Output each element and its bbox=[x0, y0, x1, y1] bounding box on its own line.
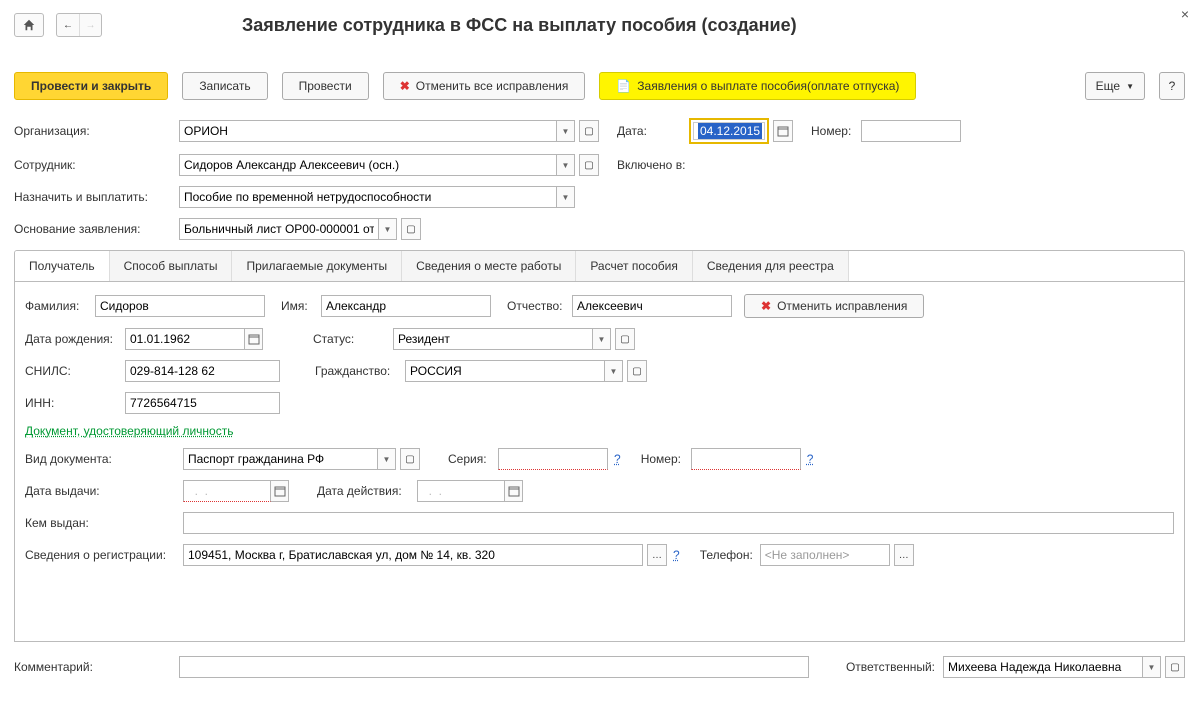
related-statements-button[interactable]: 📄 Заявления о выплате пособия(оплате отп… bbox=[599, 72, 916, 100]
citizen-dropdown[interactable]: ▼ bbox=[605, 360, 623, 382]
emp-input[interactable] bbox=[179, 154, 557, 176]
tab-attached-docs[interactable]: Прилагаемые документы bbox=[232, 251, 402, 281]
status-input[interactable] bbox=[393, 328, 593, 350]
tab-payment-method[interactable]: Способ выплаты bbox=[110, 251, 233, 281]
reginfo-input[interactable] bbox=[183, 544, 643, 566]
tab-recipient[interactable]: Получатель bbox=[15, 251, 110, 281]
comment-label: Комментарий: bbox=[14, 660, 114, 674]
back-button[interactable]: ← bbox=[57, 14, 79, 36]
validdate-input[interactable] bbox=[417, 480, 505, 502]
citizen-label: Гражданство: bbox=[315, 364, 405, 378]
issuedby-input[interactable] bbox=[183, 512, 1174, 534]
emp-dropdown[interactable]: ▼ bbox=[557, 154, 575, 176]
doctype-input[interactable] bbox=[183, 448, 378, 470]
more-button[interactable]: Еще ▼ bbox=[1085, 72, 1145, 100]
surname-label: Фамилия: bbox=[25, 299, 95, 313]
close-icon[interactable]: × bbox=[1181, 6, 1189, 22]
emp-open[interactable]: ▢ bbox=[579, 154, 599, 176]
document-icon: 📄 bbox=[616, 79, 631, 93]
citizen-open[interactable]: ▢ bbox=[627, 360, 647, 382]
page-title: Заявление сотрудника в ФСС на выплату по… bbox=[242, 15, 797, 36]
docnum-input[interactable] bbox=[691, 448, 801, 470]
org-label: Организация: bbox=[14, 124, 179, 138]
phone-open[interactable]: … bbox=[894, 544, 914, 566]
save-button[interactable]: Записать bbox=[182, 72, 267, 100]
assignpay-label: Назначить и выплатить: bbox=[14, 190, 179, 204]
status-open[interactable]: ▢ bbox=[615, 328, 635, 350]
phone-label: Телефон: bbox=[700, 548, 760, 562]
birth-calendar[interactable] bbox=[245, 328, 263, 350]
series-hint[interactable]: ? bbox=[614, 452, 621, 466]
issuedate-label: Дата выдачи: bbox=[25, 484, 183, 498]
status-dropdown[interactable]: ▼ bbox=[593, 328, 611, 350]
date-calendar[interactable] bbox=[773, 120, 793, 142]
basis-input[interactable] bbox=[179, 218, 379, 240]
snils-input[interactable] bbox=[125, 360, 280, 382]
assignpay-dropdown[interactable]: ▼ bbox=[557, 186, 575, 208]
post-and-close-button[interactable]: Провести и закрыть bbox=[14, 72, 168, 100]
tab-registry-info[interactable]: Сведения для реестра bbox=[693, 251, 849, 281]
cancel-all-button[interactable]: ✖ Отменить все исправления bbox=[383, 72, 586, 100]
surname-input[interactable] bbox=[95, 295, 265, 317]
assignpay-input[interactable] bbox=[179, 186, 557, 208]
inn-input[interactable] bbox=[125, 392, 280, 414]
basis-dropdown[interactable]: ▼ bbox=[379, 218, 397, 240]
responsible-open[interactable]: ▢ bbox=[1165, 656, 1185, 678]
emp-label: Сотрудник: bbox=[14, 158, 179, 172]
snils-label: СНИЛС: bbox=[25, 364, 125, 378]
responsible-input[interactable] bbox=[943, 656, 1143, 678]
issuedate-cal[interactable] bbox=[271, 480, 289, 502]
cancel-icon: ✖ bbox=[400, 79, 410, 93]
reginfo-hint[interactable]: ? bbox=[673, 548, 680, 562]
inn-label: ИНН: bbox=[25, 396, 125, 410]
birth-label: Дата рождения: bbox=[25, 332, 125, 346]
basis-open[interactable]: ▢ bbox=[401, 218, 421, 240]
validdate-cal[interactable] bbox=[505, 480, 523, 502]
cancel-icon: ✖ bbox=[761, 299, 771, 313]
docnum-hint[interactable]: ? bbox=[807, 452, 814, 466]
post-button[interactable]: Провести bbox=[282, 72, 369, 100]
patronym-label: Отчество: bbox=[507, 299, 572, 313]
phone-input[interactable] bbox=[760, 544, 890, 566]
org-input[interactable] bbox=[179, 120, 557, 142]
series-label: Серия: bbox=[448, 452, 498, 466]
issuedate-input[interactable] bbox=[183, 480, 271, 502]
home-button[interactable] bbox=[14, 13, 44, 37]
doctype-label: Вид документа: bbox=[25, 452, 183, 466]
nav-back-forward[interactable]: ← → bbox=[56, 13, 102, 37]
basis-label: Основание заявления: bbox=[14, 222, 179, 236]
name-input[interactable] bbox=[321, 295, 491, 317]
docnum-label: Номер: bbox=[641, 452, 691, 466]
identity-doc-section[interactable]: Документ, удостоверяющий личность bbox=[25, 424, 233, 438]
doctype-dropdown[interactable]: ▼ bbox=[378, 448, 396, 470]
forward-button[interactable]: → bbox=[79, 14, 101, 36]
validdate-label: Дата действия: bbox=[317, 484, 417, 498]
reginfo-label: Сведения о регистрации: bbox=[25, 548, 183, 562]
number-input[interactable] bbox=[861, 120, 961, 142]
tab-workplace-info[interactable]: Сведения о месте работы bbox=[402, 251, 576, 281]
patronym-input[interactable] bbox=[572, 295, 732, 317]
included-label: Включено в: bbox=[617, 158, 685, 172]
doctype-open[interactable]: ▢ bbox=[400, 448, 420, 470]
name-label: Имя: bbox=[281, 299, 321, 313]
org-dropdown[interactable]: ▼ bbox=[557, 120, 575, 142]
birth-input[interactable] bbox=[125, 328, 245, 350]
number-label: Номер: bbox=[811, 124, 861, 138]
tabs: Получатель Способ выплаты Прилагаемые до… bbox=[14, 250, 1185, 282]
series-input[interactable] bbox=[498, 448, 608, 470]
responsible-dropdown[interactable]: ▼ bbox=[1143, 656, 1161, 678]
reginfo-open[interactable]: … bbox=[647, 544, 667, 566]
date-label: Дата: bbox=[617, 124, 667, 138]
status-label: Статус: bbox=[313, 332, 393, 346]
org-open[interactable]: ▢ bbox=[579, 120, 599, 142]
citizen-input[interactable] bbox=[405, 360, 605, 382]
responsible-label: Ответственный: bbox=[846, 660, 935, 674]
help-button[interactable]: ? bbox=[1159, 72, 1185, 100]
date-input[interactable]: 04.12.2015 bbox=[693, 122, 765, 140]
comment-input[interactable] bbox=[179, 656, 809, 678]
chevron-down-icon: ▼ bbox=[1126, 82, 1134, 91]
cancel-fixes-button[interactable]: ✖ Отменить исправления bbox=[744, 294, 924, 318]
tab-calculation[interactable]: Расчет пособия bbox=[576, 251, 693, 281]
issuedby-label: Кем выдан: bbox=[25, 516, 183, 530]
